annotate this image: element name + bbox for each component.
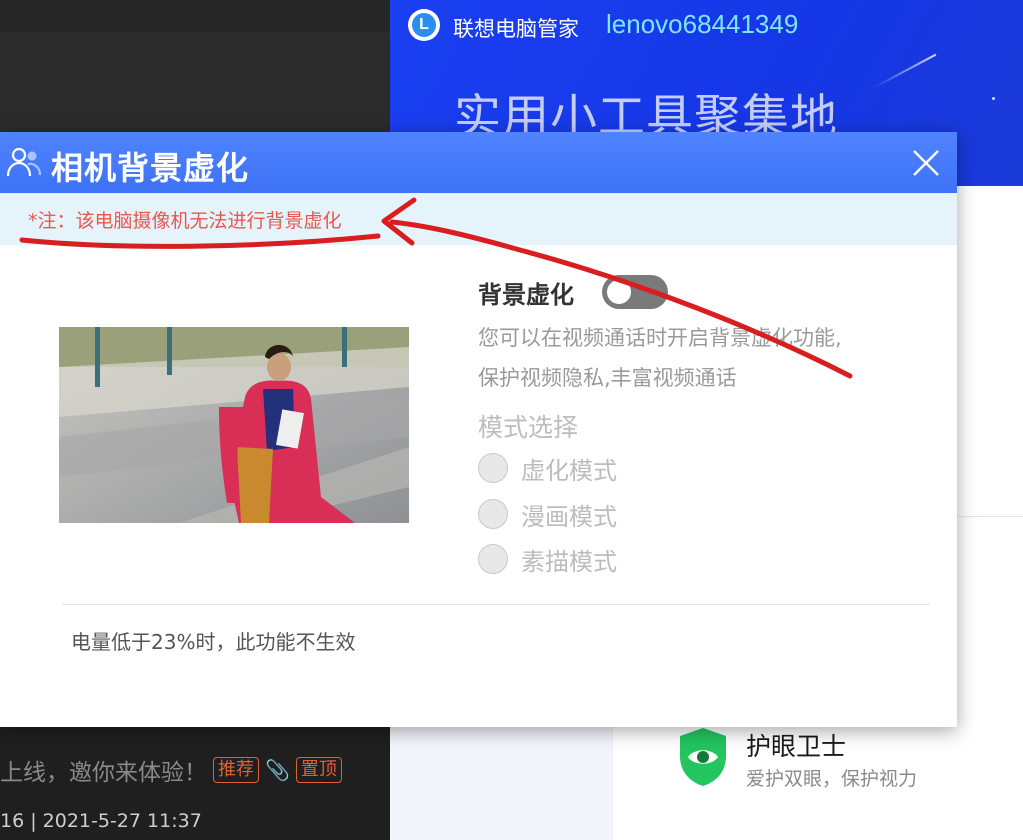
forum-header-band <box>0 32 390 132</box>
radio-circle-icon[interactable] <box>478 499 508 529</box>
mode-option-blur[interactable]: 虚化模式 <box>478 448 617 488</box>
close-icon[interactable] <box>912 149 940 177</box>
forum-post-meta: 16 | 2021-5-27 11:37 <box>0 810 202 832</box>
section-title-background-blur: 背景虚化 <box>478 281 574 309</box>
background-blur-toggle[interactable] <box>602 275 668 309</box>
toggle-knob <box>607 280 631 304</box>
forum-post-text[interactable]: 上线，邀你来体验！ <box>0 753 207 787</box>
mode-option-comic[interactable]: 漫画模式 <box>478 494 617 534</box>
close-button[interactable] <box>903 140 949 186</box>
notice-text: *注：该电脑摄像机无法进行背景虚化 <box>28 210 342 232</box>
pinned-tag: 置顶 <box>295 757 342 783</box>
dialog-titlebar[interactable]: 相机背景虚化 <box>0 132 957 193</box>
lenovo-logo-icon: L <box>408 9 440 41</box>
users-icon <box>6 147 42 177</box>
radio-circle-icon[interactable] <box>478 453 508 483</box>
mode-option-label[interactable]: 素描模式 <box>521 542 617 577</box>
mode-option-sketch[interactable]: 素描模式 <box>478 539 617 579</box>
forum-post-line[interactable]: 上线，邀你来体验！ 推荐 📎 置顶 <box>0 752 390 788</box>
camera-background-blur-dialog: 相机背景虚化 *注：该电脑摄像机无法进行背景虚化 背景虚化 您可以在视频通话时开… <box>0 132 957 727</box>
decorative-star <box>992 97 995 100</box>
description-line-1: 您可以在视频通话时开启背景虚化功能, <box>478 326 842 350</box>
decorative-streak <box>873 53 937 89</box>
lenovo-username[interactable]: lenovo68441349 <box>606 9 798 40</box>
eye-care-title[interactable]: 护眼卫士 <box>746 727 846 763</box>
attachment-icon: 📎 <box>265 758 290 782</box>
mode-option-label[interactable]: 虚化模式 <box>521 451 617 486</box>
mode-option-label[interactable]: 漫画模式 <box>521 497 617 532</box>
description-line-2: 保护视频隐私,丰富视频通话 <box>478 366 737 390</box>
lenovo-app-name: 联想电脑管家 <box>453 17 579 41</box>
recommend-tag: 推荐 <box>213 757 259 783</box>
forum-top-bar <box>0 0 390 32</box>
lenovo-left-strip <box>390 727 612 840</box>
footer-divider <box>62 604 930 605</box>
preview-image <box>59 327 409 523</box>
mode-select-title: 模式选择 <box>478 413 579 442</box>
dialog-title: 相机背景虚化 <box>51 149 250 187</box>
eye-care-subtitle: 爱护双眼，保护视力 <box>746 768 918 790</box>
battery-footer-note: 电量低于23%时，此功能不生效 <box>71 630 356 654</box>
radio-circle-icon[interactable] <box>478 544 508 574</box>
eye-care-shield-icon[interactable] <box>676 726 730 788</box>
notice-bar: *注：该电脑摄像机无法进行背景虚化 <box>0 193 957 245</box>
